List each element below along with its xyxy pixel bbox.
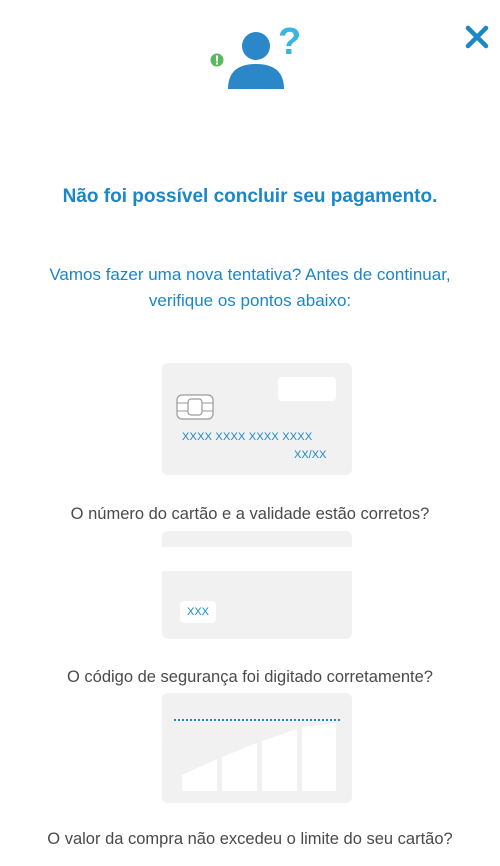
question-security-code: O código de segurança foi digitado corre…	[67, 668, 433, 686]
close-icon	[465, 25, 489, 49]
user-question-icon: ?	[210, 21, 301, 89]
card-back-illustration: XXX	[162, 531, 352, 639]
question-limit: O valor da compra não excedeu o limite d…	[47, 830, 453, 848]
card-expiry: XX/XX	[294, 449, 327, 461]
subtitle-line-2: verifique os pontos abaixo:	[148, 291, 352, 310]
subtitle-line-1: Vamos fazer uma nova tentativa? Antes de…	[49, 265, 451, 284]
limit-illustration	[162, 693, 352, 803]
chip-icon	[176, 394, 214, 420]
question-card-number: O número do cartão e a validade estão co…	[70, 505, 430, 523]
limit-bars-icon	[174, 719, 342, 791]
magnetic-stripe	[162, 547, 352, 571]
close-button[interactable]	[462, 22, 492, 52]
error-subtitle: Vamos fazer uma nova tentativa? Antes de…	[20, 262, 480, 314]
svg-text:?: ?	[278, 21, 301, 63]
card-front-illustration: XXXX XXXX XXXX XXXX XX/XX	[162, 363, 352, 475]
card-tag-box	[278, 377, 336, 401]
error-title: Não foi possível concluir seu pagamento.	[62, 186, 438, 207]
cvv-field: XXX	[180, 601, 216, 623]
card-number: XXXX XXXX XXXX XXXX	[182, 431, 313, 443]
